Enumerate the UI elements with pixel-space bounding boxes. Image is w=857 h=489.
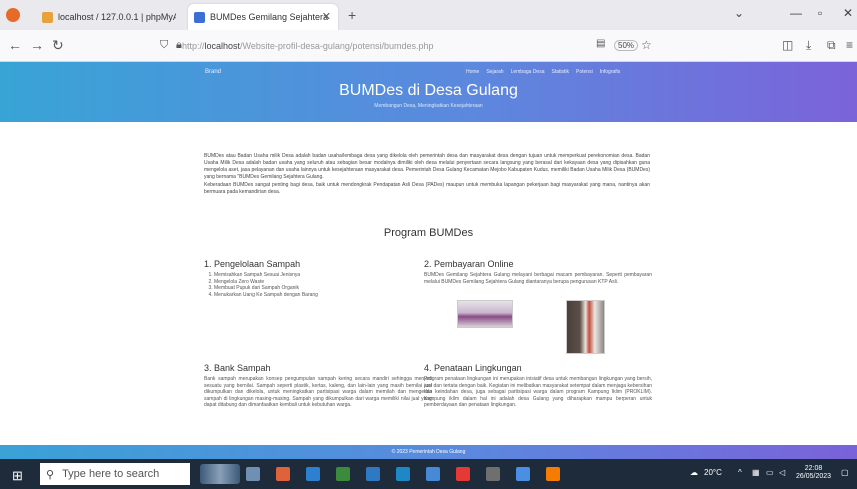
page-subtitle: Membangun Desa, Meningkatkan Kesejahtera… xyxy=(374,103,483,109)
opera-taskbar-icon[interactable] xyxy=(456,467,470,481)
notifications-icon[interactable]: ▢ xyxy=(841,468,849,477)
star-icon[interactable]: ☆ xyxy=(641,38,652,52)
tool-taskbar-icon[interactable] xyxy=(486,467,500,481)
download-icon[interactable]: ⤓ xyxy=(806,38,811,53)
forward-icon[interactable]: → xyxy=(30,37,44,53)
volume-icon[interactable]: ◁ xyxy=(779,468,785,477)
tab-bumdes[interactable]: BUMDes Gemilang Sejahtera ✕ xyxy=(188,4,338,30)
program-title: 2. Pembayaran Online xyxy=(424,259,514,269)
clock-date: 26/05/2023 xyxy=(796,473,832,480)
url-host: localhost xyxy=(204,41,241,51)
section-title: Program BUMDes xyxy=(383,227,474,239)
program-body: Bank sampah merupakan konsep pengumpulan… xyxy=(204,376,432,408)
intro-paragraph-2: Keberadaan BUMDes sangat penting bagi de… xyxy=(204,182,650,195)
site-footer: © 2023 Pemerintah Desa Gulang xyxy=(0,445,857,459)
site-header: Brand Home Sejarah Lembaga Desa Statisti… xyxy=(0,62,857,122)
mail-taskbar-icon[interactable] xyxy=(516,467,530,481)
windows-taskbar: ⊞ ⚲ Type here to search ☁ 20°C ^ ▦ ▭ ◁ 2… xyxy=(0,459,857,489)
program-card-pembayaran-online: 2. Pembayaran Online BUMDes Gemilang Sej… xyxy=(424,259,652,285)
program-body: Program penataan lingkungan ini merupaka… xyxy=(424,376,652,408)
back-icon[interactable]: ← xyxy=(8,37,22,53)
nav-statistik[interactable]: Statistik xyxy=(552,69,570,75)
tab-label: BUMDes Gemilang Sejahtera xyxy=(210,12,328,22)
store-taskbar-icon[interactable] xyxy=(366,467,380,481)
xampp-taskbar-icon[interactable] xyxy=(546,467,560,481)
site-favicon-icon xyxy=(194,11,205,23)
program-title: 3. Bank Sampah xyxy=(204,363,271,373)
nav-infografis[interactable]: Infografis xyxy=(600,69,621,75)
page-title: BUMDes di Desa Gulang xyxy=(339,82,518,99)
files-taskbar-icon[interactable] xyxy=(336,467,350,481)
site-nav: Home Sejarah Lembaga Desa Statistik Pote… xyxy=(466,69,620,75)
brand-logo[interactable]: Brand xyxy=(205,69,221,75)
lock-icon[interactable]: 🔒︎ xyxy=(176,37,182,53)
program-body: BUMDes Gemilang Sejahtera Gulang melayan… xyxy=(424,272,652,285)
reload-icon[interactable]: ↻ xyxy=(52,37,64,53)
url-prefix: http:// xyxy=(182,41,205,51)
tab-list-chevron-icon[interactable]: ⌄ xyxy=(734,6,744,20)
program-card-pengelolaan-sampah: 1. Pengelolaan Sampah Memisahkan Sampah … xyxy=(204,259,432,298)
nav-sejarah[interactable]: Sejarah xyxy=(486,69,503,75)
intro-paragraph-1: BUMDes atau Badan Usaha milik Desa adala… xyxy=(204,153,650,180)
nav-potensi[interactable]: Potensi xyxy=(576,69,593,75)
program-list: Memisahkan Sampah Sesuai Jenisnya Mengel… xyxy=(204,272,432,298)
tab-label: localhost / 127.0.0.1 | phpMyA xyxy=(58,12,176,22)
maximize-icon[interactable]: ▫ xyxy=(818,6,822,20)
extensions-icon[interactable]: ⧉ xyxy=(827,38,836,53)
weather-temperature[interactable]: 20°C xyxy=(704,468,722,477)
windows-start-icon[interactable]: ⊞ xyxy=(12,468,23,484)
menu-icon[interactable]: ≡ xyxy=(846,38,853,52)
weather-icon[interactable]: ☁ xyxy=(690,468,698,477)
battery-icon[interactable]: ▭ xyxy=(766,468,774,477)
program-title: 1. Pengelolaan Sampah xyxy=(204,259,301,269)
app-taskbar-icon[interactable] xyxy=(396,467,410,481)
reader-icon[interactable]: ▤ xyxy=(596,38,605,49)
phpmyadmin-favicon-icon xyxy=(42,11,53,23)
close-window-icon[interactable]: ✕ xyxy=(843,6,853,20)
tab-phpmyadmin[interactable]: localhost / 127.0.0.1 | phpMyA xyxy=(36,4,186,30)
address-bar[interactable]: http://localhost/Website-profil-desa-gul… xyxy=(182,36,594,56)
program-card-bank-sampah: 3. Bank Sampah Bank sampah merupakan kon… xyxy=(204,363,432,409)
payment-photo-1 xyxy=(457,300,513,328)
url-path: /Website-profil-desa-gulang/potensi/bumd… xyxy=(240,41,434,51)
nav-home[interactable]: Home xyxy=(466,69,479,75)
zoom-level[interactable]: 50% xyxy=(614,40,639,51)
payment-photo-2 xyxy=(566,300,605,354)
taskbar-clock[interactable]: 22:08 26/05/2023 xyxy=(796,465,831,481)
tab-close-icon[interactable]: ✕ xyxy=(322,10,331,23)
search-placeholder: Type here to search xyxy=(62,468,160,480)
search-highlight-image xyxy=(200,464,240,484)
search-icon: ⚲ xyxy=(46,468,55,481)
code-taskbar-icon[interactable] xyxy=(426,467,440,481)
clock-time: 22:08 xyxy=(804,465,823,472)
pocket-icon[interactable]: ◫ xyxy=(782,38,793,52)
program-title: 4. Penataan Lingkungan xyxy=(424,363,522,373)
nav-lembaga-desa[interactable]: Lembaga Desa xyxy=(511,69,545,75)
task-view-icon[interactable] xyxy=(246,467,260,481)
edge-taskbar-icon[interactable] xyxy=(306,467,320,481)
browser-navigation-bar: ← → ↻ ⛉ 🔒︎ http://localhost/Website-prof… xyxy=(0,30,857,62)
browser-tab-bar: localhost / 127.0.0.1 | phpMyA BUMDes Ge… xyxy=(0,0,857,30)
new-tab-button[interactable]: + xyxy=(348,7,356,23)
shield-icon[interactable]: ⛉ xyxy=(160,37,168,53)
tray-chevron-icon[interactable]: ^ xyxy=(738,468,742,477)
minimize-icon[interactable]: — xyxy=(790,6,802,20)
list-item: Menukarkan Uang Ke Sampah dengan Barang xyxy=(214,292,432,299)
taskbar-search-box[interactable]: ⚲ Type here to search xyxy=(40,463,190,485)
network-icon[interactable]: ▦ xyxy=(752,468,760,477)
firefox-taskbar-icon[interactable] xyxy=(276,467,290,481)
program-card-penataan-lingkungan: 4. Penataan Lingkungan Program penataan … xyxy=(424,363,652,409)
firefox-menu-icon[interactable] xyxy=(6,8,20,22)
